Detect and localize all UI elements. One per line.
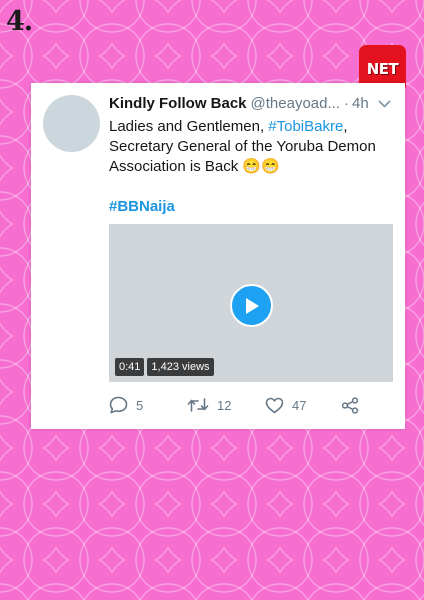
avatar[interactable] — [43, 95, 100, 152]
video-duration: 0:41 — [115, 358, 145, 376]
tweet-header: Kindly Follow Back @theayoad... · 4h — [109, 94, 395, 113]
tweet-text-segment: , — [343, 118, 348, 135]
brand-logo-text: NET — [366, 59, 399, 78]
retweet-icon — [187, 398, 209, 412]
video-info: 0:41 1,423 views — [115, 358, 214, 376]
like-count: 47 — [292, 397, 307, 413]
display-name[interactable]: Kindly Follow Back — [109, 95, 247, 112]
video-player[interactable]: 0:41 1,423 views — [109, 224, 393, 382]
tweet-line: Ladies and Gentlemen, #TobiBakre, — [109, 117, 393, 137]
chevron-down-icon[interactable] — [378, 96, 391, 113]
hashtag-link-tobibakre[interactable]: #TobiBakre — [268, 118, 343, 135]
user-handle[interactable]: @theayoad... — [251, 95, 340, 112]
play-icon[interactable] — [230, 284, 273, 327]
tweet-text-segment: Ladies and Gentlemen, — [109, 118, 269, 135]
tweet-actions: 5 12 47 — [109, 396, 359, 414]
share-button[interactable] — [341, 396, 359, 414]
retweet-button[interactable]: 12 — [187, 397, 265, 413]
reply-button[interactable]: 5 — [109, 396, 187, 414]
tweet-text: Ladies and Gentlemen, #TobiBakre, Secret… — [109, 117, 393, 217]
separator-dot: · — [343, 95, 349, 112]
share-icon — [341, 396, 359, 414]
heart-icon — [265, 397, 284, 413]
reply-count: 5 — [136, 397, 144, 413]
list-number: 4. — [6, 6, 33, 37]
like-button[interactable]: 47 — [265, 397, 341, 414]
tweet-line: Association is Back 😁😁 — [109, 158, 280, 175]
retweet-count: 12 — [217, 397, 232, 413]
tweet-card: Kindly Follow Back @theayoad... · 4h Lad… — [31, 83, 405, 429]
reply-icon — [109, 396, 128, 414]
timestamp[interactable]: 4h — [352, 95, 369, 112]
tweet-line: Secretary General of the Yoruba Demon — [109, 138, 376, 155]
video-views: 1,423 views — [147, 358, 214, 376]
hashtag-link-bbnaija[interactable]: #BBNaija — [109, 197, 393, 217]
